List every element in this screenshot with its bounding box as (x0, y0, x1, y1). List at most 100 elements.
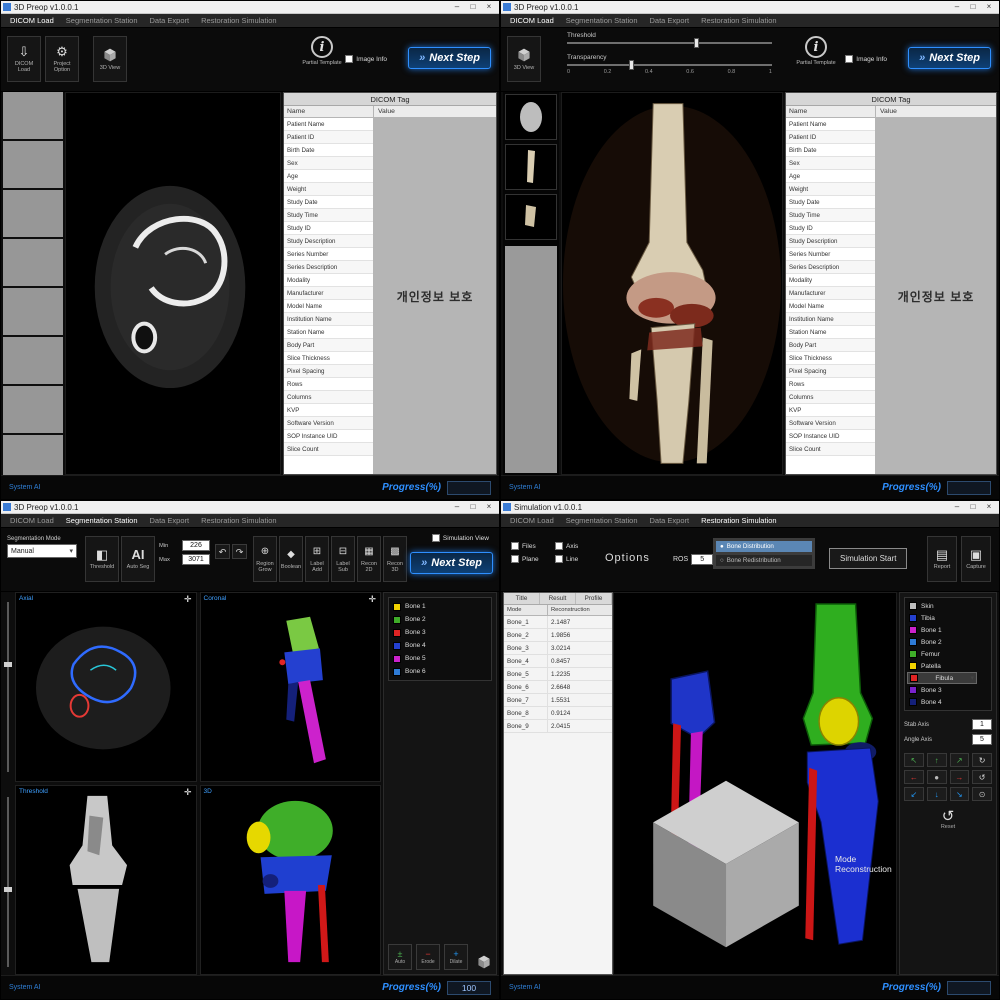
axis-arrow-button[interactable]: → (950, 770, 970, 784)
files-checkbox[interactable]: Files (511, 542, 539, 550)
thumbnail-slot[interactable] (3, 190, 63, 237)
bone-row[interactable]: Bone_7 1.5531 (504, 694, 612, 707)
simulation-3d-viewport[interactable]: Mode Reconstruction (613, 592, 897, 975)
bone-distribution-button[interactable]: ● Bone Distribution (716, 541, 812, 552)
menu-item[interactable]: Restoration Simulation (195, 16, 282, 25)
threshold-viewport[interactable]: Threshold ✛ (15, 785, 197, 975)
menu-item[interactable]: Restoration Simulation (695, 516, 782, 525)
axis-arrow-button[interactable]: ⊙ (972, 787, 992, 801)
fragment-thumbnail-rail[interactable] (503, 92, 559, 475)
erode-button[interactable]: −Erode (416, 944, 440, 970)
bone-row[interactable]: Bone_6 2.6648 (504, 681, 612, 694)
legend-item[interactable]: Bone 1 (907, 624, 989, 636)
axis-arrow-button[interactable]: ↻ (972, 753, 992, 767)
axis-arrow-button[interactable]: ↙ (904, 787, 924, 801)
partial-template-button[interactable]: i Partial Template (299, 36, 345, 67)
next-step-button[interactable]: » Next Step (908, 47, 991, 69)
cube-3d-icon[interactable] (476, 954, 492, 970)
segmentation-tool-button[interactable]: ▦ Recon 2D (357, 536, 381, 582)
next-step-button[interactable]: » Next Step (408, 47, 491, 69)
bone-redistribution-button[interactable]: ○ Bone Redistribution (716, 555, 812, 566)
partial-template-button[interactable]: i Partial Template (793, 36, 839, 67)
thumbnail[interactable] (505, 94, 557, 140)
legend-item[interactable]: Bone 4 (907, 696, 989, 708)
legend-item[interactable]: Bone 2 (907, 636, 989, 648)
axis-arrow-button[interactable]: ↓ (927, 787, 947, 801)
legend-item[interactable]: Tibia (907, 612, 989, 624)
close-button[interactable]: × (981, 2, 997, 13)
table-tab[interactable]: Result (540, 593, 576, 604)
dicom-load-button[interactable]: ⇩ DICOM Load (7, 36, 41, 82)
axis-arrow-button[interactable]: ↑ (927, 753, 947, 767)
bone-row[interactable]: Bone_4 0.8457 (504, 655, 612, 668)
label-item[interactable]: Bone 4 (391, 639, 489, 652)
maximize-button[interactable]: □ (965, 2, 981, 13)
crosshair-icon[interactable]: ✛ (184, 594, 192, 605)
simulation-start-button[interactable]: Simulation Start (829, 548, 907, 569)
capture-button[interactable]: ▣ Capture (961, 536, 991, 582)
stab-axis-input[interactable]: 1 (972, 719, 992, 730)
axis-arrow-button[interactable]: ↗ (950, 753, 970, 767)
thumbnail-scroll-area[interactable] (505, 246, 557, 473)
image-info-checkbox[interactable]: Image Info (845, 55, 887, 63)
minimize-button[interactable]: – (449, 502, 465, 513)
segmentation-tool-button[interactable]: ⊕ Region Grow (253, 536, 277, 582)
bone-row[interactable]: Bone_1 2.1487 (504, 616, 612, 629)
ai-segmentation-button[interactable]: AI Auto Seg (121, 536, 155, 582)
threshold-min-input[interactable]: 226 (182, 540, 210, 551)
slice-slider-bottom[interactable] (7, 797, 9, 967)
slice-slider-top[interactable] (7, 602, 9, 772)
auto-morph-button[interactable]: ±Auto (388, 944, 412, 970)
bone-row[interactable]: Bone_3 3.0214 (504, 642, 612, 655)
minimize-button[interactable]: – (949, 2, 965, 13)
dilate-button[interactable]: +Dilate (444, 944, 468, 970)
ros-input[interactable]: 5 (691, 554, 713, 565)
label-item[interactable]: Bone 2 (391, 613, 489, 626)
axis-arrow-button[interactable]: ● (927, 770, 947, 784)
close-button[interactable]: × (481, 502, 497, 513)
reset-button[interactable]: ↺ Reset (941, 809, 955, 830)
segmentation-mode-select[interactable]: Manual (7, 544, 77, 558)
menu-item[interactable]: DICOM Load (4, 16, 60, 25)
menu-item[interactable]: Segmentation Station (60, 16, 144, 25)
segmentation-tool-button[interactable]: ⊞ Label Add (305, 536, 329, 582)
thumbnail-slot[interactable] (3, 386, 63, 433)
axis-arrow-button[interactable]: ← (904, 770, 924, 784)
plane-checkbox[interactable]: Plane (511, 555, 539, 563)
table-tab[interactable]: Title (504, 593, 540, 604)
maximize-button[interactable]: □ (465, 2, 481, 13)
close-button[interactable]: × (481, 2, 497, 13)
bone-row[interactable]: Bone_5 1.2235 (504, 668, 612, 681)
axis-arrow-button[interactable]: ↖ (904, 753, 924, 767)
undo-button[interactable]: ↶ (215, 544, 230, 559)
bone-row[interactable]: Bone_8 0.9124 (504, 707, 612, 720)
thumbnail-slot[interactable] (3, 337, 63, 384)
crosshair-icon[interactable]: ✛ (368, 594, 376, 605)
segmentation-tool-button[interactable]: ▩ Recon 3D (383, 536, 407, 582)
label-item[interactable]: Bone 3 (391, 626, 489, 639)
titlebar[interactable]: 3D Preop v1.0.0.1 – □ × (1, 501, 499, 514)
maximize-button[interactable]: □ (965, 502, 981, 513)
menu-item[interactable]: Segmentation Station (560, 516, 644, 525)
axial-viewport[interactable]: Axial ✛ (15, 592, 197, 782)
threshold-max-input[interactable]: 3071 (182, 554, 210, 565)
menu-item[interactable]: Restoration Simulation (195, 516, 282, 525)
simulation-view-checkbox[interactable]: Simulation View (432, 534, 489, 542)
ct-axial-viewport[interactable] (65, 92, 281, 475)
axis-checkbox[interactable]: Axis (555, 542, 578, 550)
legend-item[interactable]: Skin (907, 600, 989, 612)
series-thumbnail-rail[interactable] (3, 92, 63, 475)
threshold-slider[interactable] (567, 42, 772, 44)
thumbnail[interactable] (505, 194, 557, 240)
label-item[interactable]: Bone 1 (391, 600, 489, 613)
thumbnail-slot[interactable] (3, 92, 63, 139)
next-step-button[interactable]: » Next Step (410, 552, 493, 574)
bone-row[interactable]: Bone_9 2.0415 (504, 720, 612, 733)
view-3d-button[interactable]: 3D View (93, 36, 127, 82)
close-button[interactable]: × (981, 502, 997, 513)
titlebar[interactable]: 3D Preop v1.0.0.1 – □ × (501, 1, 999, 14)
redo-button[interactable]: ↷ (232, 544, 247, 559)
titlebar[interactable]: 3D Preop v1.0.0.1 – □ × (1, 1, 499, 14)
label-item[interactable]: Bone 6 (391, 665, 489, 678)
thumbnail[interactable] (505, 144, 557, 190)
